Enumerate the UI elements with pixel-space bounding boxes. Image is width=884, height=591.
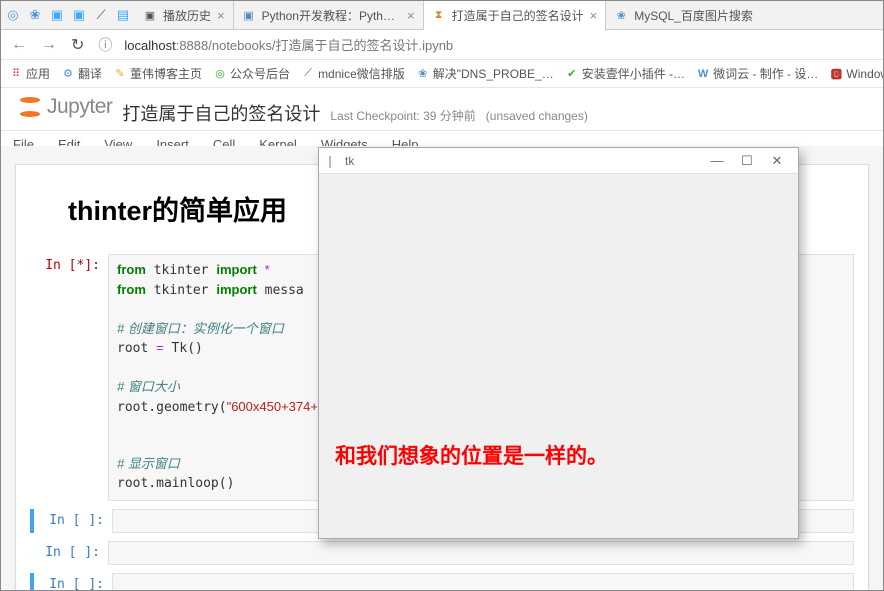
pre-icon[interactable]: ▤ [115,7,131,23]
tk-feather-icon: ❘ [325,154,339,168]
bookmark-item[interactable]: 🅱Windows系统中完… [829,65,883,82]
maximize-button[interactable]: ☐ [732,153,762,169]
close-button[interactable]: ✕ [762,153,792,169]
pre-icon[interactable]: ⟋ [93,7,109,23]
bookmark-item[interactable]: ⚙翻译 [61,65,102,82]
cell-prompt: In [ ]: [34,509,112,533]
code-area[interactable] [108,541,854,565]
bookmark-item[interactable]: ✔安装壹伴小插件 -… [565,65,685,82]
pre-icon[interactable]: ▣ [71,7,87,23]
jupyter-logo-icon [17,94,43,120]
tk-titlebar[interactable]: ❘ tk — ☐ ✕ [319,148,798,174]
address-bar: ← → ↻ ⓘ localhost:8888/notebooks/打造属于自己的… [1,30,883,60]
bookmark-item[interactable]: W微词云 - 制作 - 设… [696,65,818,82]
tab-close-icon[interactable]: × [217,8,225,23]
forward-button[interactable]: → [39,36,59,54]
tab-title: Python开发教程：PythonGUI… [262,7,401,24]
tab-favicon: ▣ [143,8,157,22]
minimize-button[interactable]: — [702,153,732,168]
cell-prompt: In [ ]: [30,541,108,565]
reload-button[interactable]: ↻ [69,35,86,55]
bookmark-item[interactable]: ⟋mdnice微信排版 [301,65,405,82]
browser-tab[interactable]: ▣ Python开发教程：PythonGUI… × [234,1,424,30]
code-cell[interactable]: In [ ]: [30,573,854,590]
jupyter-header: Jupyter 打造属于自己的签名设计 Last Checkpoint: 39 … [1,88,883,130]
pre-icon[interactable]: ◎ [5,7,21,23]
jupyter-logo[interactable]: Jupyter [17,94,112,120]
browser-tab[interactable]: ❀ MySQL_百度图片搜索 [606,1,761,30]
cell-prompt: In [ ]: [34,573,112,590]
tab-favicon-loading: ⧗ [432,8,446,22]
notebook-name[interactable]: 打造属于自己的签名设计 [122,100,320,126]
code-cell[interactable]: In [ ]: [30,541,854,565]
tab-title: 打造属于自己的签名设计 [452,7,584,24]
apps-button[interactable]: ⠿应用 [9,65,50,82]
bookmark-item[interactable]: ✎董伟博客主页 [113,65,202,82]
tab-favicon: ▣ [242,8,256,22]
url-display[interactable]: localhost:8888/notebooks/打造属于自己的签名设计.ipy… [124,35,453,54]
checkpoint-text: Last Checkpoint: 39 分钟前 [330,107,475,124]
tk-body: 和我们想象的位置是一样的。 [319,174,798,538]
tab-title: MySQL_百度图片搜索 [634,7,753,24]
tab-close-icon[interactable]: × [407,8,415,23]
browser-tab-active[interactable]: ⧗ 打造属于自己的签名设计 × [424,1,607,30]
jupyter-logo-text: Jupyter [47,95,112,119]
site-info-icon[interactable]: ⓘ [96,35,114,55]
save-status: (unsaved changes) [486,109,588,123]
tab-favicon: ❀ [614,8,628,22]
pre-icon[interactable]: ▣ [49,7,65,23]
browser-tab-bar: ◎ ❀ ▣ ▣ ⟋ ▤ ▣ 播放历史 × ▣ Python开发教程：Python… [1,1,883,30]
back-button[interactable]: ← [9,36,29,54]
tab-close-icon[interactable]: × [590,8,598,23]
pre-icon[interactable]: ❀ [27,7,43,23]
bookmark-bar: ⠿应用 ⚙翻译 ✎董伟博客主页 ◎公众号后台 ⟋mdnice微信排版 ❀解决"D… [1,60,883,88]
annotation-text: 和我们想象的位置是一样的。 [335,440,608,470]
tab-title: 播放历史 [163,7,211,24]
bookmark-item[interactable]: ❀解决"DNS_PROBE_… [416,65,554,82]
tk-title: tk [345,154,354,168]
browser-tab[interactable]: ▣ 播放历史 × [135,1,234,30]
code-area[interactable] [112,573,854,590]
tk-window[interactable]: ❘ tk — ☐ ✕ 和我们想象的位置是一样的。 [318,147,799,539]
tab-pre-icons: ◎ ❀ ▣ ▣ ⟋ ▤ [1,7,135,23]
cell-prompt: In [*]: [30,254,108,501]
bookmark-item[interactable]: ◎公众号后台 [213,65,290,82]
